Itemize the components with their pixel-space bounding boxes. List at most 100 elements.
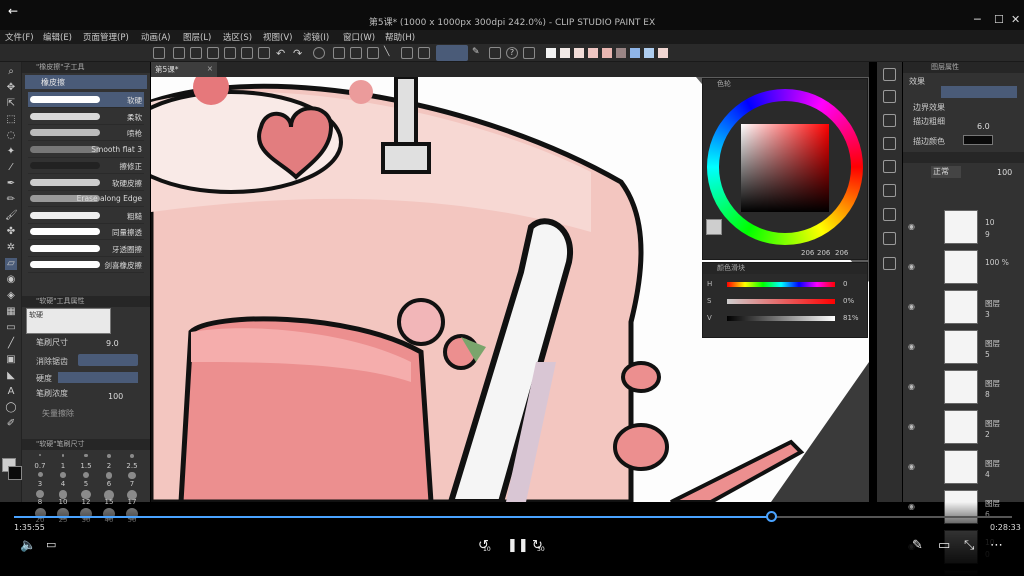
frame-icon[interactable]: ▣ (5, 354, 17, 366)
canvas-tab[interactable]: 第5课* × (151, 62, 217, 77)
brush-size-option[interactable]: 4 (53, 480, 73, 488)
stroke-width-value[interactable]: 6.0 (977, 122, 990, 131)
brush-list-item[interactable]: 喷枪 (28, 125, 144, 141)
pause-icon[interactable]: ❚❚ (507, 538, 529, 553)
layer-name[interactable]: 图层 (985, 338, 1000, 349)
balloon-icon[interactable]: ◯ (5, 402, 17, 414)
current-color-chip[interactable] (706, 219, 722, 235)
brush-list-item[interactable]: Smooth flat 3 (28, 142, 144, 158)
density-value[interactable]: 100 (108, 392, 123, 401)
layer-opacity-value[interactable]: 100 (997, 168, 1012, 177)
blend-mode-select[interactable]: 正常 (931, 166, 961, 178)
text-icon[interactable]: A (5, 386, 17, 398)
decoration-icon[interactable]: ✲ (5, 242, 17, 254)
layer-visibility-icon[interactable]: ◉ (908, 422, 915, 431)
tab-close-icon[interactable]: × (207, 64, 213, 73)
brush-size-value[interactable]: 9.0 (106, 339, 119, 348)
material-icon[interactable] (883, 137, 896, 150)
vector-erase-label[interactable]: 矢量擦除 (42, 408, 74, 419)
layer-thumbnail[interactable] (944, 210, 978, 244)
effect-buttons[interactable] (941, 86, 1017, 98)
help-icon[interactable]: ? (506, 47, 518, 59)
pencil-icon[interactable]: ✏ (5, 194, 17, 206)
more-icon[interactable]: ⋯ (990, 538, 1003, 553)
brush-size-option[interactable]: 1 (53, 462, 73, 470)
select-all-icon[interactable] (333, 47, 345, 59)
brush-size-dot[interactable] (128, 472, 136, 480)
layer-visibility-icon[interactable]: ◉ (908, 262, 915, 271)
ruler-icon[interactable]: ◣ (5, 370, 17, 382)
color-swatch[interactable] (602, 48, 612, 58)
menu-layer[interactable]: 图层(L) (183, 31, 211, 43)
brush-size-option[interactable]: 3 (30, 480, 50, 488)
animation-icon[interactable] (883, 184, 896, 197)
import-icon[interactable] (883, 68, 896, 81)
brush-list-item[interactable]: 剑喜橡皮擦 (28, 257, 144, 273)
eraser-group-tab[interactable]: 橡皮擦 (25, 75, 147, 89)
menu-animation[interactable]: 动画(A) (141, 31, 170, 43)
layer-thumbnail[interactable] (944, 370, 978, 404)
layer-visibility-icon[interactable]: ◉ (908, 382, 915, 391)
maximize-icon[interactable]: ☐ (994, 13, 1004, 26)
layer-thumbnail[interactable] (944, 250, 978, 284)
color-swatch[interactable] (574, 48, 584, 58)
minimize-icon[interactable]: ─ (974, 13, 981, 26)
menu-view[interactable]: 视图(V) (263, 31, 292, 43)
brush-size-dot[interactable] (107, 454, 111, 458)
settings-icon[interactable] (523, 47, 535, 59)
operation-icon[interactable]: ⇱ (5, 98, 17, 110)
color-swatch[interactable] (560, 48, 570, 58)
menu-file[interactable]: 文件(F) (5, 31, 34, 43)
brush-size-dot[interactable] (82, 472, 90, 479)
line-icon[interactable]: ╱ (5, 338, 17, 350)
gradient-icon[interactable]: ▦ (5, 306, 17, 318)
close-layer-icon[interactable] (883, 114, 896, 127)
open-file-icon[interactable] (190, 47, 202, 59)
brush-size-option[interactable]: 2 (99, 462, 119, 470)
eraser-icon[interactable]: ▱ (5, 258, 17, 270)
brush-size-option[interactable]: 6 (99, 480, 119, 488)
volume-icon[interactable]: 🔈 (20, 538, 36, 553)
copy-icon[interactable] (224, 47, 236, 59)
close-icon[interactable]: ✕ (1011, 13, 1020, 26)
brush-size-option[interactable]: 1.5 (76, 462, 96, 470)
app-icon[interactable] (153, 47, 165, 59)
layer-visibility-icon[interactable]: ◉ (908, 342, 915, 351)
brush-list-item[interactable]: Erase along Edge (28, 191, 144, 207)
brush-size-dot[interactable] (84, 454, 88, 458)
shape-icon[interactable]: ▭ (5, 322, 17, 334)
layer-name[interactable]: 图层 (985, 418, 1000, 429)
navigator-icon[interactable] (883, 90, 896, 103)
color-swatch[interactable] (616, 48, 626, 58)
brush-icon[interactable]: 🖌 (5, 210, 18, 222)
hue-slider[interactable] (727, 282, 835, 287)
brush-list-item[interactable]: 粗糙 (28, 208, 144, 224)
brush-list-item[interactable]: 软硬 (28, 92, 144, 108)
brush-size-dot[interactable] (36, 490, 44, 498)
layer-search-icon[interactable] (883, 160, 896, 173)
snap-ruler-toggle[interactable] (436, 45, 468, 61)
color-swatch[interactable] (630, 48, 640, 58)
redo-icon[interactable]: ↷ (293, 47, 305, 60)
brush-size-dot[interactable] (39, 454, 41, 456)
brush-list-item[interactable]: 软硬皮擦 (28, 175, 144, 191)
move-icon[interactable]: ✥ (5, 82, 17, 94)
layer-name[interactable]: 10 (985, 218, 995, 227)
clear-icon[interactable] (258, 47, 270, 59)
camera-icon[interactable] (883, 232, 896, 245)
layer-name[interactable]: 100 % (985, 258, 1009, 267)
auto-select-icon[interactable]: ✦ (5, 146, 17, 158)
fill-icon[interactable]: ◈ (5, 290, 17, 302)
pen-icon[interactable]: ✎ (472, 47, 484, 59)
loading-icon[interactable] (313, 47, 325, 59)
lasso-icon[interactable]: ◌ (5, 130, 17, 142)
color-swatch[interactable] (588, 48, 598, 58)
brush-size-option[interactable]: 0.7 (30, 462, 50, 470)
paste-icon[interactable] (241, 47, 253, 59)
hardness-selector[interactable] (58, 372, 138, 383)
brush-size-option[interactable]: 5 (76, 480, 96, 488)
save-icon[interactable] (207, 47, 219, 59)
new-file-icon[interactable] (173, 47, 185, 59)
zoom-icon[interactable]: ⌕ (5, 66, 17, 78)
menu-selection[interactable]: 选区(S) (223, 31, 252, 43)
